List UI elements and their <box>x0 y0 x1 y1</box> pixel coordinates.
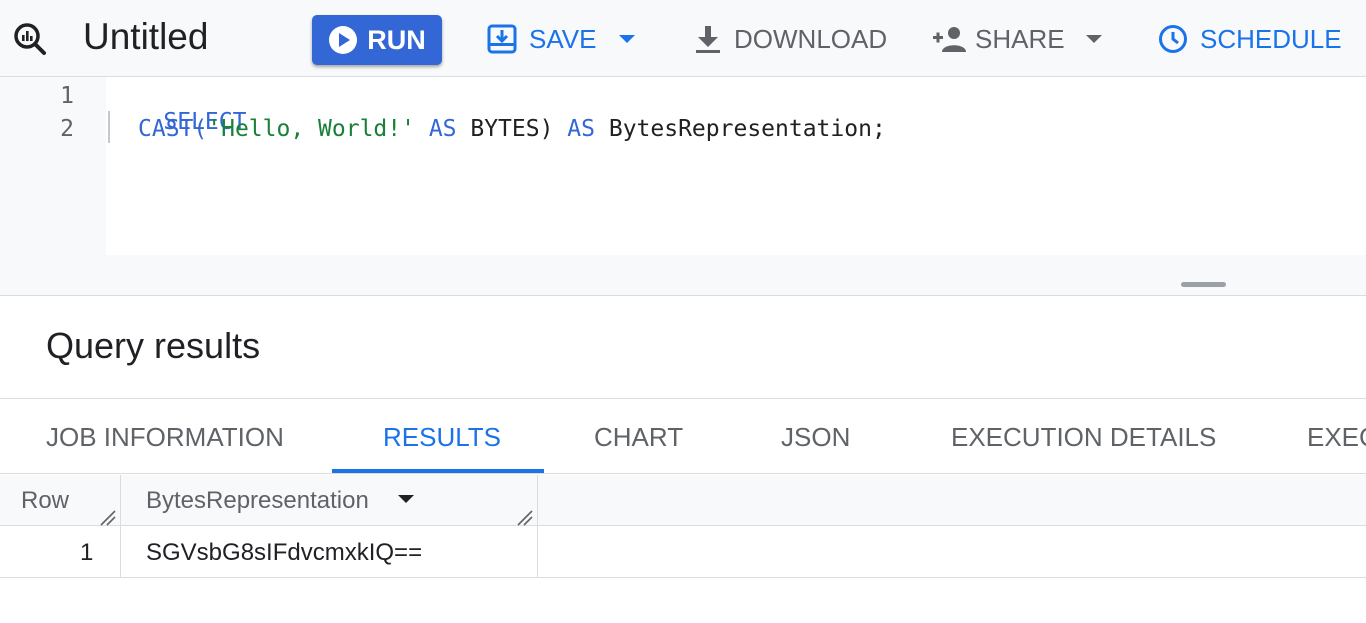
save-button-label: SAVE <box>529 23 597 54</box>
column-header-row: Row <box>21 487 70 514</box>
code-line[interactable]: CAST('Hello, World!' AS BYTES) AS BytesR… <box>138 116 886 142</box>
save-button[interactable]: SAVE <box>487 20 636 58</box>
results-tabs: JOB INFORMATION RESULTS CHART JSON EXECU… <box>0 398 1366 474</box>
sql-keyword: AS <box>414 116 471 142</box>
column-resize-icon[interactable] <box>514 507 534 527</box>
sort-arrow-icon[interactable] <box>397 494 415 504</box>
indent-guide <box>108 111 110 143</box>
download-button[interactable]: DOWNLOAD <box>694 20 887 58</box>
table-row-number: 1 <box>80 539 94 566</box>
share-button[interactable]: SHARE <box>931 20 1103 58</box>
download-icon <box>696 26 720 53</box>
chevron-down-icon[interactable] <box>1085 34 1103 44</box>
active-tab-indicator <box>332 469 544 473</box>
line-number: 1 <box>60 83 74 109</box>
share-button-label: SHARE <box>975 23 1065 54</box>
download-button-label: DOWNLOAD <box>734 23 888 54</box>
sql-string: 'Hello, World!' <box>207 116 415 142</box>
sql-keyword: AS <box>553 116 609 142</box>
run-button-label: RUN <box>367 24 426 55</box>
results-heading: Query results <box>46 325 261 366</box>
play-circle-icon <box>329 26 358 54</box>
run-button[interactable]: RUN <box>312 15 442 65</box>
tab-json[interactable]: JSON <box>781 399 850 473</box>
sql-alias: BytesRepresentation; <box>608 116 886 142</box>
query-magnifier-icon[interactable] <box>12 21 48 57</box>
person-add-icon <box>933 27 966 52</box>
tab-execution-details[interactable]: EXECUTION DETAILS <box>951 399 1216 473</box>
sql-editor[interactable]: 1 SELECT 2 CAST('Hello, World!' AS BYTES… <box>0 77 1366 295</box>
table-row-divider <box>0 577 1366 578</box>
tab-results[interactable]: RESULTS <box>383 399 501 473</box>
query-title[interactable]: Untitled <box>83 15 208 59</box>
column-divider <box>537 475 538 578</box>
clock-icon <box>1159 25 1187 53</box>
code-area[interactable] <box>106 77 1366 255</box>
column-header-bytesrepresentation[interactable]: BytesRepresentation <box>146 487 369 515</box>
sql-type: BYTES) <box>470 116 554 142</box>
tab-execution-graph[interactable]: EXEC <box>1307 399 1366 473</box>
pane-resize-handle[interactable] <box>1181 282 1226 287</box>
tab-chart[interactable]: CHART <box>594 399 683 473</box>
schedule-button-label: SCHEDULE <box>1200 23 1342 54</box>
editor-toolbar: Untitled RUN SAVE DOWNLOAD SHARE SCHEDUL… <box>0 0 1366 77</box>
column-resize-icon[interactable] <box>97 507 117 527</box>
tab-job-information[interactable]: JOB INFORMATION <box>46 399 284 473</box>
table-cell-bytesrepresentation[interactable]: SGVsbG8sIFdvcmxkIQ== <box>146 539 422 567</box>
divider <box>0 295 1366 296</box>
save-icon <box>487 24 517 54</box>
schedule-button[interactable]: SCHEDULE <box>1158 20 1342 58</box>
chevron-down-icon[interactable] <box>618 34 636 44</box>
line-number: 2 <box>60 116 74 142</box>
column-divider <box>120 475 121 578</box>
sql-function: CAST( <box>138 116 208 142</box>
